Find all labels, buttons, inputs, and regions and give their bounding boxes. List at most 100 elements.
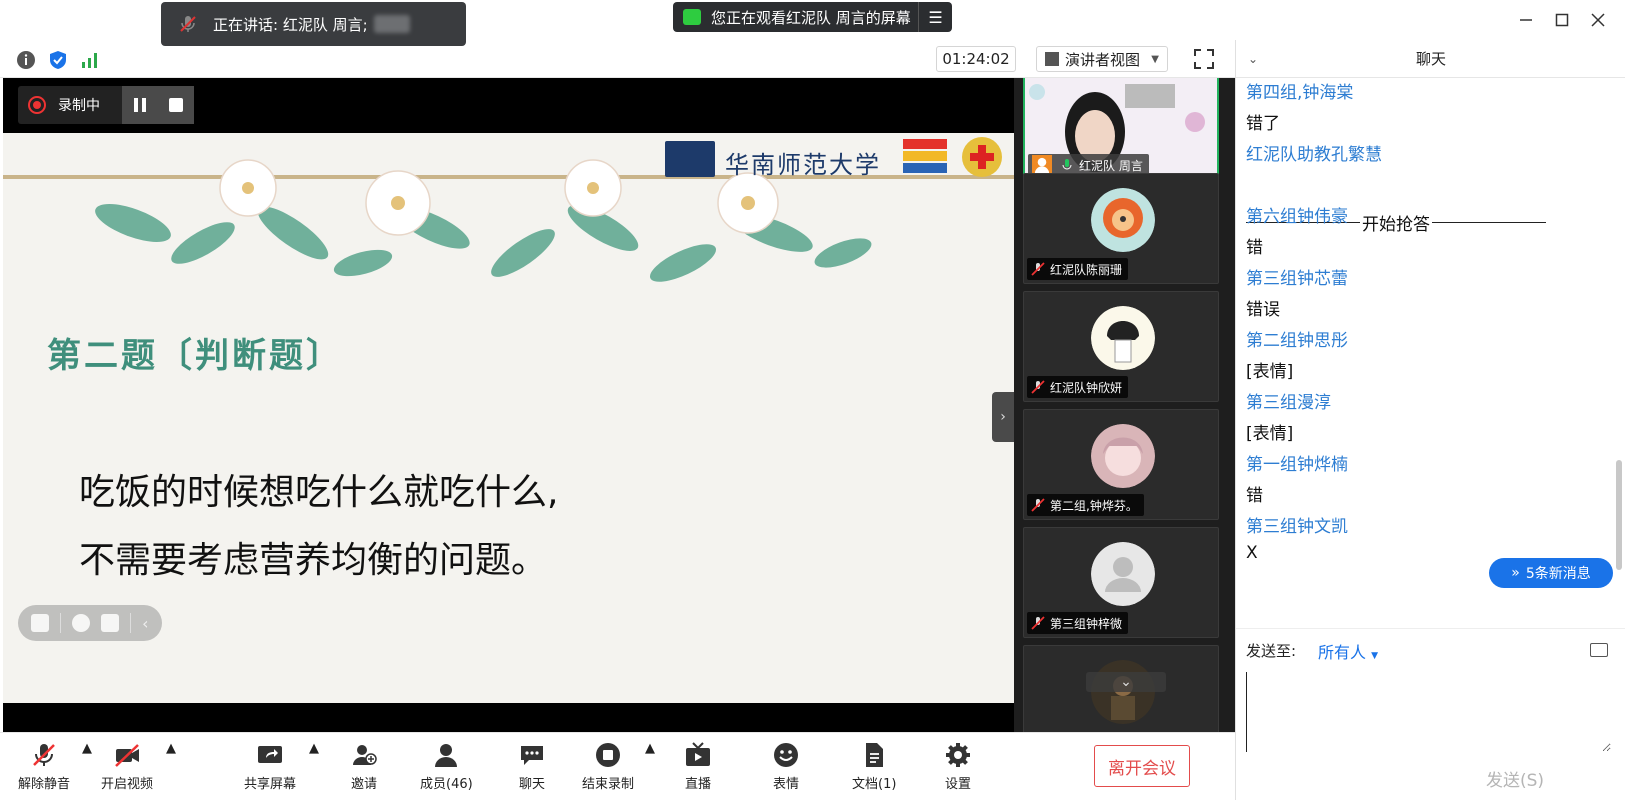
gear-icon [946, 743, 970, 767]
chat-panel: ⌄ 聊天 第四组,钟海棠 错了 红泥队助教孔繁慧 开始抢答 第六组钟伟豪 错 第… [1235, 40, 1625, 800]
view-menu-icon[interactable]: ☰ [918, 2, 952, 32]
muted-mic-icon [1031, 262, 1045, 276]
sketch-avatar [1091, 306, 1155, 370]
send-to-value: 所有人 [1318, 643, 1367, 662]
chat-message: X [1246, 543, 1258, 563]
participant-name: 红泥队陈丽珊 [1050, 262, 1123, 277]
emoji-label: 表情 [772, 777, 799, 792]
unmute-label: 解除静音 [18, 777, 71, 792]
live-button[interactable]: 直播 [684, 741, 712, 792]
mic-on-icon [1062, 159, 1072, 170]
participant-name-tag: 红泥队陈丽珊 [1027, 258, 1129, 280]
chat-label: 聊天 [518, 777, 545, 792]
participant-name: 红泥队钟欣妍 [1050, 380, 1123, 395]
blurred-name [373, 15, 410, 33]
stop-record-icon [596, 743, 620, 767]
view-mode-select[interactable]: 演讲者视图 ▼ [1036, 46, 1168, 72]
shield-icon[interactable] [48, 50, 68, 70]
participant-tile[interactable]: 红泥队钟欣妍 [1023, 291, 1219, 402]
participant-tile[interactable]: ⌄ [1023, 645, 1219, 732]
chat-scrollbar[interactable] [1616, 460, 1622, 570]
chat-bubble-icon[interactable] [101, 614, 120, 632]
slide-title: 第二题〔判断题〕 [47, 336, 343, 376]
divider-line [1432, 221, 1546, 223]
host-icon [1032, 155, 1052, 175]
chat-button[interactable]: 聊天 [518, 741, 546, 792]
participant-name: 第二组,钟烨芬。 [1050, 498, 1138, 513]
chevron-down-icon[interactable]: ⌄ [1248, 52, 1258, 66]
separator [60, 613, 62, 633]
share-screen-icon [258, 746, 282, 763]
university-logo-text: 华南师范大学 [725, 151, 881, 179]
invite-label: 邀请 [350, 777, 377, 792]
participant-name: 红泥队 周言 [1079, 158, 1143, 173]
chat-icon [521, 746, 543, 765]
smiley-icon [774, 743, 798, 767]
docs-label: 文档(1) [852, 777, 897, 792]
separator [130, 613, 132, 633]
share-options-caret-icon[interactable]: ▲ [309, 741, 319, 756]
chat-sender: 第三组钟芯蕾 [1246, 269, 1348, 289]
muted-mic-icon [1031, 616, 1045, 630]
unmute-button[interactable]: 解除静音 [18, 741, 70, 792]
participant-tile[interactable]: 第二组,钟烨芬。 [1023, 409, 1219, 520]
invite-button[interactable]: 邀请 [350, 741, 378, 792]
fullscreen-icon[interactable] [1193, 48, 1215, 70]
close-icon[interactable] [1586, 8, 1610, 32]
chat-sender: 第二组钟思彤 [1246, 331, 1348, 351]
collapse-gallery-icon[interactable]: › [992, 392, 1014, 442]
participant-tile[interactable]: 红泥队 周言 [1023, 78, 1219, 181]
maximize-icon[interactable] [1550, 8, 1574, 32]
chat-message: [表情] [1246, 424, 1294, 444]
slide-text-line-2: 不需要考虑营养均衡的问题。 [79, 540, 548, 581]
recording-bar: 录制中 [18, 86, 194, 124]
share-screen-button[interactable]: 共享屏幕 [244, 741, 296, 792]
send-to-label: 发送至: [1246, 642, 1297, 660]
screen-share-icon [683, 9, 701, 25]
start-video-button[interactable]: 开启视频 [101, 741, 153, 792]
minimize-icon[interactable] [1514, 8, 1538, 32]
leave-meeting-button[interactable]: 离开会议 [1094, 745, 1190, 787]
settings-button[interactable]: 设置 [944, 741, 972, 792]
send-button[interactable]: 发送(S) [1486, 766, 1544, 791]
members-button[interactable]: 成员(46) [420, 741, 473, 792]
participant-name: 第三组钟梓微 [1050, 616, 1123, 631]
viewing-banner: 您正在观看红泥队 周言的屏幕 ☰ [673, 2, 952, 32]
send-to-select[interactable]: 所有人 ▼ [1318, 639, 1378, 663]
add-person-icon [353, 745, 377, 765]
scroll-down-icon[interactable]: ⌄ [1086, 672, 1166, 692]
participant-gallery: 红泥队 周言 红泥队陈丽珊 红泥队钟欣妍 第二组,钟烨芬。 第三组钟梓微 ⌄ [1014, 78, 1235, 732]
video-options-caret-icon[interactable]: ▲ [166, 741, 176, 756]
stop-icon[interactable] [168, 98, 183, 112]
muted-mic-icon [33, 744, 55, 766]
image-icon[interactable] [1590, 643, 1608, 657]
dropdown-arrow-icon: ▼ [1371, 651, 1379, 661]
chat-input[interactable] [1246, 672, 1611, 752]
pause-icon[interactable] [133, 98, 146, 112]
meeting-toolbar: 解除静音 ▲ 开启视频 ▲ 共享屏幕 ▲ 邀请 成员(46) 聊天 结束录制 ▲… [0, 732, 1235, 800]
emoji-button[interactable]: 表情 [772, 741, 800, 792]
game-avatar [1091, 660, 1155, 724]
anime-avatar [1091, 424, 1155, 488]
video-off-icon [115, 744, 139, 767]
chevron-left-icon[interactable]: ‹ [142, 614, 148, 633]
apps-icon[interactable] [31, 614, 50, 632]
signal-icon[interactable] [80, 50, 100, 70]
participant-tile[interactable]: 第三组钟梓微 [1023, 527, 1219, 638]
annotation-toolbar: ‹ [18, 605, 162, 641]
participant-name-tag: 第二组,钟烨芬。 [1027, 494, 1144, 516]
docs-button[interactable]: 文档(1) [852, 741, 896, 792]
settings-label: 设置 [944, 777, 971, 792]
layout-icon [1045, 52, 1059, 66]
participant-name-tag: 红泥队钟欣妍 [1027, 376, 1129, 398]
emoji-reaction-icon[interactable] [72, 614, 91, 632]
end-recording-button[interactable]: 结束录制 [582, 741, 634, 792]
chat-message: 错误 [1246, 300, 1280, 320]
participant-tile[interactable]: 红泥队陈丽珊 [1023, 173, 1219, 284]
audio-options-caret-icon[interactable]: ▲ [82, 741, 92, 756]
record-options-caret-icon[interactable]: ▲ [645, 741, 655, 756]
new-messages-button[interactable]: » 5条新消息 [1489, 558, 1613, 588]
default-avatar [1091, 542, 1155, 606]
view-mode-label: 演讲者视图 [1065, 50, 1141, 69]
info-icon[interactable] [16, 50, 36, 70]
